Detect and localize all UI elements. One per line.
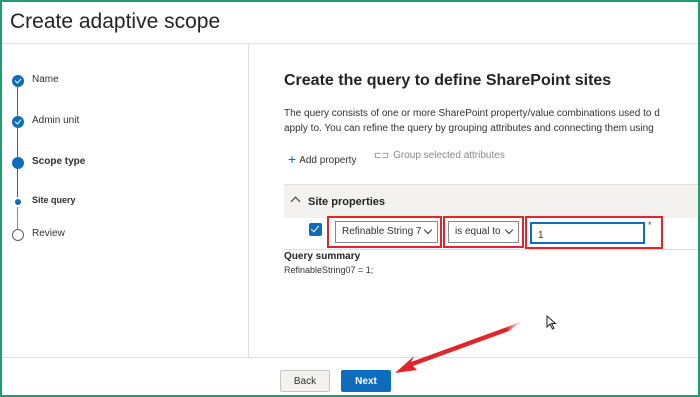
wizard-step-label: Name bbox=[32, 74, 59, 85]
progress-line bbox=[17, 86, 18, 117]
wizard-step-label: Site query bbox=[32, 195, 76, 205]
site-properties-header[interactable]: Site properties bbox=[284, 184, 698, 218]
group-icon: ⊏⊐ bbox=[374, 150, 390, 160]
title-bar: Create adaptive scope bbox=[2, 2, 698, 44]
progress-line bbox=[17, 128, 18, 157]
operator-select[interactable]: is equal to bbox=[448, 221, 519, 243]
section-description: The query consists of one or more ShareP… bbox=[284, 106, 698, 136]
footer-divider bbox=[2, 357, 698, 358]
site-properties-label: Site properties bbox=[308, 196, 386, 208]
check-circle-icon bbox=[12, 75, 24, 87]
section-heading: Create the query to define SharePoint si… bbox=[284, 72, 612, 89]
wizard-step-label: Admin unit bbox=[32, 115, 80, 126]
property-select-value: Refinable String 7 bbox=[342, 226, 422, 237]
group-attributes-button[interactable]: ⊏⊐ Group selected attributes bbox=[374, 150, 505, 161]
property-value-input[interactable] bbox=[530, 222, 645, 244]
description-line: The query consists of one or more ShareP… bbox=[284, 108, 660, 119]
chevron-up-icon[interactable] bbox=[290, 196, 301, 207]
row-checkbox[interactable] bbox=[309, 223, 322, 236]
next-button[interactable]: Next bbox=[341, 370, 391, 392]
chevron-down-icon bbox=[504, 225, 514, 235]
chevron-down-icon bbox=[423, 225, 433, 235]
property-select[interactable]: Refinable String 7 bbox=[335, 221, 438, 243]
progress-line bbox=[17, 207, 18, 229]
plus-icon: + bbox=[288, 151, 297, 167]
pending-circle-icon bbox=[12, 229, 24, 241]
substep-dot-icon bbox=[15, 199, 21, 205]
query-summary-value: RefinableString07 = 1; bbox=[284, 265, 374, 275]
description-line: apply to. You can refine the query by gr… bbox=[284, 123, 654, 134]
mouse-cursor-icon bbox=[546, 315, 557, 330]
add-property-label: Add property bbox=[299, 155, 357, 166]
window-frame: Create adaptive scope Name Admin unit Sc… bbox=[0, 0, 700, 397]
group-attributes-label: Group selected attributes bbox=[393, 150, 505, 161]
query-summary-title: Query summary bbox=[284, 251, 361, 262]
wizard-step-label: Scope type bbox=[32, 156, 86, 167]
wizard-step-label: Review bbox=[32, 228, 65, 239]
required-marker: * bbox=[648, 220, 652, 230]
page-title: Create adaptive scope bbox=[10, 10, 221, 33]
current-step-icon bbox=[12, 157, 24, 169]
check-circle-icon bbox=[12, 116, 24, 128]
operator-select-value: is equal to bbox=[455, 226, 501, 237]
back-button[interactable]: Back bbox=[280, 370, 330, 392]
add-property-button[interactable]: + Add property bbox=[288, 150, 357, 167]
progress-line bbox=[17, 168, 18, 197]
